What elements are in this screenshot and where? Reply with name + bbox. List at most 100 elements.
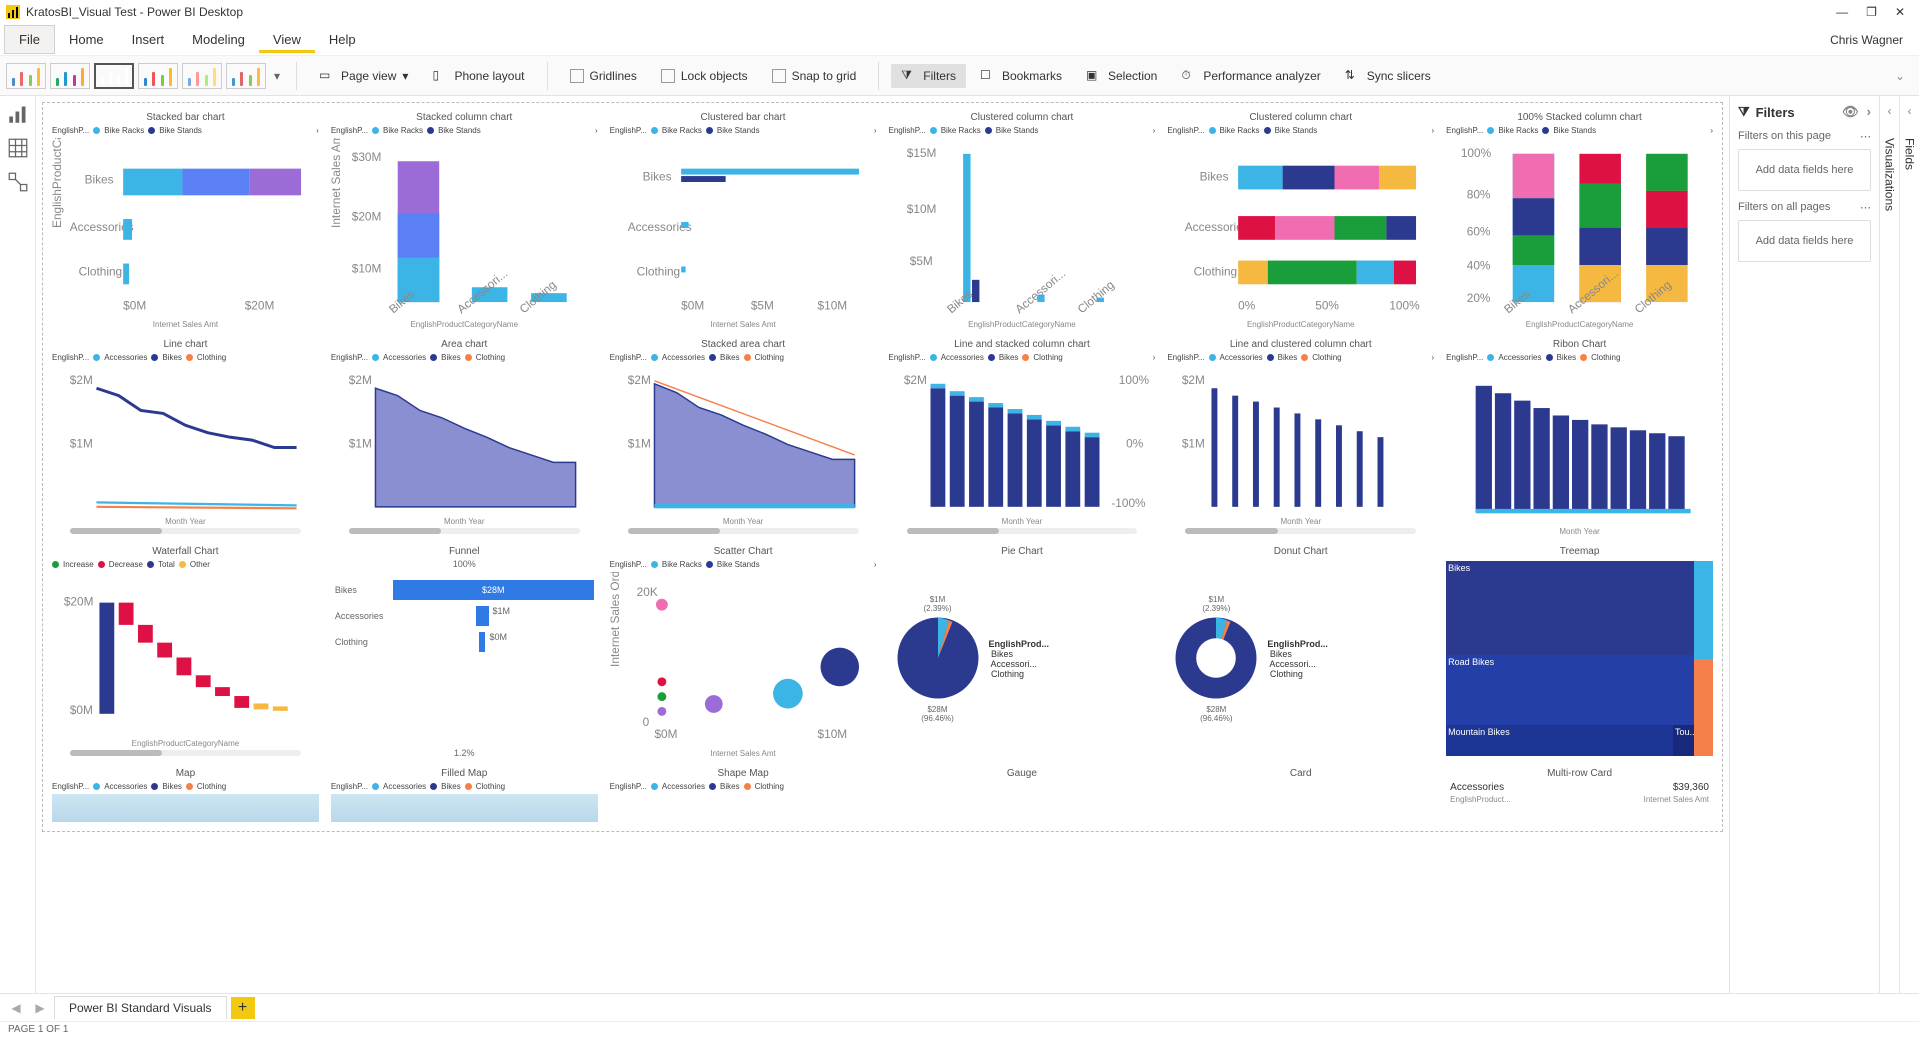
viz-area[interactable]: Area chart EnglishP...AccessoriesBikesCl… xyxy=(328,336,601,537)
svg-text:Bikes: Bikes xyxy=(642,170,671,184)
viz-multirow-card[interactable]: Multi-row Card Accessories$39,360 Englis… xyxy=(1443,765,1716,825)
viz-line[interactable]: Line chart EnglishP...AccessoriesBikesCl… xyxy=(49,336,322,537)
lock-objects-checkbox[interactable]: Lock objects xyxy=(651,65,758,87)
menu-home[interactable]: Home xyxy=(55,26,118,53)
svg-text:Clothing: Clothing xyxy=(1074,278,1116,317)
filters-on-all-dropzone[interactable]: Add data fields here xyxy=(1738,220,1871,262)
expand-left-icon[interactable]: ‹ xyxy=(1908,104,1912,118)
fields-pane-tab[interactable]: Fields xyxy=(1903,138,1917,170)
theme-swatch-4[interactable] xyxy=(138,63,178,89)
svg-text:100%: 100% xyxy=(1390,298,1421,312)
sync-slicers-button[interactable]: ⇅Sync slicers xyxy=(1335,64,1441,88)
left-view-rail xyxy=(0,96,36,993)
eye-icon[interactable]: 👁 xyxy=(1842,104,1859,120)
collapse-icon[interactable]: › xyxy=(1867,104,1871,120)
viz-scrollbar[interactable] xyxy=(349,528,580,534)
signed-in-user[interactable]: Chris Wagner xyxy=(1830,33,1915,47)
model-view-icon[interactable] xyxy=(8,172,28,192)
viz-scrollbar[interactable] xyxy=(70,750,301,756)
report-canvas[interactable]: Stacked bar chart EnglishP...Bike RacksB… xyxy=(42,102,1723,832)
theme-swatch-6[interactable] xyxy=(226,63,266,89)
expand-left-icon[interactable]: ‹ xyxy=(1888,104,1892,118)
more-icon[interactable]: ⋯ xyxy=(1860,130,1871,143)
viz-map[interactable]: Map EnglishP...AccessoriesBikesClothing xyxy=(49,765,322,825)
svg-text:$2M: $2M xyxy=(1182,373,1205,387)
close-icon[interactable]: ✕ xyxy=(1895,5,1905,19)
viz-stacked-area[interactable]: Stacked area chart EnglishP...Accessorie… xyxy=(607,336,880,537)
svg-text:$10M: $10M xyxy=(817,727,847,741)
menu-help[interactable]: Help xyxy=(315,26,370,53)
svg-text:-100%: -100% xyxy=(1111,496,1146,510)
viz-line-clustered-column[interactable]: Line and clustered column chart EnglishP… xyxy=(1164,336,1437,537)
report-canvas-wrap[interactable]: Stacked bar chart EnglishP...Bike RacksB… xyxy=(36,96,1729,993)
selection-button[interactable]: ▣Selection xyxy=(1076,64,1167,88)
legend-more-icon[interactable]: › xyxy=(1431,126,1434,135)
viz-funnel[interactable]: Funnel 100% Bikes$28M Accessories$1M Clo… xyxy=(328,543,601,759)
viz-scrollbar[interactable] xyxy=(628,528,859,534)
viz-donut[interactable]: Donut Chart $1M(2.39%) $28M(96.46%) Engl… xyxy=(1164,543,1437,759)
svg-text:EnglishProductCategoryName: EnglishProductCategoryName xyxy=(52,138,64,228)
menu-view[interactable]: View xyxy=(259,26,315,53)
viz-scrollbar[interactable] xyxy=(70,528,301,534)
viz-ribbon-chart[interactable]: Ribon Chart EnglishP...AccessoriesBikesC… xyxy=(1443,336,1716,537)
visualizations-pane-tab[interactable]: Visualizations xyxy=(1883,138,1897,211)
svg-text:$15M: $15M xyxy=(906,146,936,160)
viz-clustered-column[interactable]: Clustered column chart EnglishP...Bike R… xyxy=(886,109,1159,330)
viz-100-stacked-column[interactable]: 100% Stacked column chart EnglishP...Bik… xyxy=(1443,109,1716,330)
filters-on-page-dropzone[interactable]: Add data fields here xyxy=(1738,149,1871,191)
legend-more-icon[interactable]: › xyxy=(1153,126,1156,135)
snap-to-grid-checkbox[interactable]: Snap to grid xyxy=(762,65,867,87)
viz-filled-map[interactable]: Filled Map EnglishP...AccessoriesBikesCl… xyxy=(328,765,601,825)
page-view-button[interactable]: ▭Page view▾ xyxy=(309,64,418,88)
menu-insert[interactable]: Insert xyxy=(118,26,179,53)
bookmarks-button[interactable]: ☐Bookmarks xyxy=(970,64,1072,88)
svg-text:$1M: $1M xyxy=(349,436,372,450)
viz-waterfall[interactable]: Waterfall Chart IncreaseDecreaseTotalOth… xyxy=(49,543,322,759)
viz-clustered-bar[interactable]: Clustered bar chart EnglishP...Bike Rack… xyxy=(607,109,880,330)
viz-line-stacked-column[interactable]: Line and stacked column chart EnglishP..… xyxy=(886,336,1159,537)
svg-text:$0M: $0M xyxy=(70,703,93,717)
svg-text:$30M: $30M xyxy=(352,150,382,164)
viz-scrollbar[interactable] xyxy=(907,528,1138,534)
legend-more-icon[interactable]: › xyxy=(1710,126,1713,135)
theme-swatch-2[interactable] xyxy=(50,63,90,89)
add-page-button[interactable]: + xyxy=(231,997,255,1019)
viz-clustered-column-2[interactable]: Clustered column chart EnglishP...Bike R… xyxy=(1164,109,1437,330)
minimize-icon[interactable]: — xyxy=(1836,5,1848,19)
performance-analyzer-button[interactable]: ⏱Performance analyzer xyxy=(1171,64,1330,88)
svg-text:$10M: $10M xyxy=(906,202,936,216)
statusbar: PAGE 1 OF 1 xyxy=(0,1021,1919,1039)
theme-dropdown-icon[interactable]: ▾ xyxy=(270,69,284,83)
legend-more-icon[interactable]: › xyxy=(595,126,598,135)
maximize-icon[interactable]: ❐ xyxy=(1866,5,1877,19)
viz-treemap[interactable]: Treemap Bikes Road Bikes Mountain Bikes … xyxy=(1443,543,1716,759)
svg-text:Bikes: Bikes xyxy=(1200,170,1229,184)
tab-scroll-right-icon[interactable]: ▶ xyxy=(30,1001,50,1015)
theme-swatch-5[interactable] xyxy=(182,63,222,89)
phone-layout-button[interactable]: ▯Phone layout xyxy=(422,64,534,88)
viz-stacked-bar[interactable]: Stacked bar chart EnglishP...Bike RacksB… xyxy=(49,109,322,330)
menu-modeling[interactable]: Modeling xyxy=(178,26,259,53)
viz-scrollbar[interactable] xyxy=(1185,528,1416,534)
viz-gauge[interactable]: Gauge xyxy=(886,765,1159,825)
viz-stacked-column[interactable]: Stacked column chart EnglishP...Bike Rac… xyxy=(328,109,601,330)
svg-text:100%: 100% xyxy=(1118,373,1149,387)
theme-swatch-3-selected[interactable] xyxy=(94,63,134,89)
viz-pie[interactable]: Pie Chart $1M(2.39%) $28M(96.46%) Englis… xyxy=(886,543,1159,759)
page-tab-1[interactable]: Power BI Standard Visuals xyxy=(54,996,227,1019)
ribbon-expand-icon[interactable]: ⌄ xyxy=(1887,69,1913,83)
data-view-icon[interactable] xyxy=(8,138,28,158)
page-view-icon: ▭ xyxy=(319,68,335,84)
gridlines-checkbox[interactable]: Gridlines xyxy=(560,65,647,87)
tab-scroll-left-icon[interactable]: ◀ xyxy=(6,1001,26,1015)
filters-pane-button[interactable]: ⧩Filters xyxy=(891,64,966,88)
theme-swatch-1[interactable] xyxy=(6,63,46,89)
report-view-icon[interactable] xyxy=(8,104,28,124)
more-icon[interactable]: ⋯ xyxy=(1860,201,1871,214)
viz-scatter[interactable]: Scatter Chart EnglishP...Bike RacksBike … xyxy=(607,543,880,759)
viz-card[interactable]: Card xyxy=(1164,765,1437,825)
legend-more-icon[interactable]: › xyxy=(874,126,877,135)
viz-shape-map[interactable]: Shape Map EnglishP...AccessoriesBikesClo… xyxy=(607,765,880,825)
menu-file[interactable]: File xyxy=(4,25,55,54)
legend-more-icon[interactable]: › xyxy=(316,126,319,135)
